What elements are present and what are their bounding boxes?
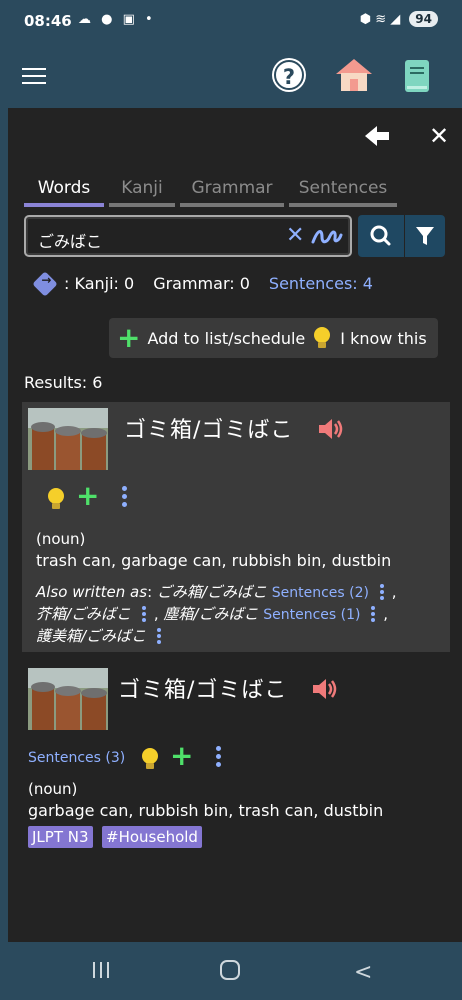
action-bar: + Add to list/schedule I know this: [109, 318, 438, 358]
part-of-speech: (noun): [28, 780, 78, 798]
filter-icon: [416, 227, 434, 245]
entry-image: [28, 408, 108, 470]
part-of-speech: (noun): [36, 530, 86, 548]
home-circle-icon[interactable]: [220, 960, 240, 980]
dictionary-panel: ✕ Words Kanji Grammar Sentences ごみばこ ✕ :…: [8, 108, 462, 942]
i-know-this-button[interactable]: I know this: [340, 329, 426, 348]
arrow-left-icon[interactable]: [365, 126, 391, 146]
jlpt-badge[interactable]: JLPT N3: [28, 826, 93, 848]
lightbulb-icon: [314, 327, 331, 349]
app-bar: ?: [0, 44, 462, 108]
search-value: ごみばこ: [38, 232, 103, 251]
tab-kanji[interactable]: Kanji: [109, 178, 175, 207]
handwriting-icon[interactable]: [310, 225, 344, 247]
system-nav-bar: <: [0, 942, 462, 1000]
separator: ,: [153, 605, 159, 623]
recent-apps-icon[interactable]: [92, 962, 110, 978]
entry-meaning: garbage can, rubbish bin, trash can, dus…: [28, 801, 384, 820]
grammar-count: Grammar: 0: [153, 274, 250, 293]
result-counts: : Kanji: 0 Grammar: 0 Sentences: 4: [32, 270, 392, 297]
alt-form: 芥箱/ごみばこ: [36, 605, 132, 623]
separator: ,: [391, 583, 397, 601]
also-colon: :: [147, 583, 153, 601]
plus-icon[interactable]: +: [76, 482, 99, 510]
book-icon[interactable]: [404, 59, 430, 93]
lightbulb-icon[interactable]: [48, 488, 64, 510]
status-indicator-icons: ⬢ ≋ ◢: [359, 11, 401, 27]
tab-bar: Words Kanji Grammar Sentences: [24, 178, 402, 207]
battery-badge: 94: [409, 11, 438, 27]
more-icon[interactable]: [141, 605, 148, 624]
sentences-link[interactable]: Sentences (3): [28, 750, 125, 766]
tab-sentences[interactable]: Sentences: [289, 178, 397, 207]
more-icon[interactable]: [216, 746, 222, 768]
entry-image: [28, 668, 108, 730]
also-written-line-3: 護美箱/ごみばこ: [36, 625, 169, 647]
entry-word: ゴミ箱/ゴミばこ: [124, 418, 294, 443]
word-entry: ゴミ箱/ゴミばこ + (noun) trash can, garbage can…: [22, 402, 450, 652]
tag-badge[interactable]: #Household: [102, 826, 202, 848]
entry-meaning: trash can, garbage can, rubbish bin, dus…: [36, 551, 392, 570]
more-icon[interactable]: [122, 486, 128, 508]
sentences-link[interactable]: Sentences (2): [272, 585, 369, 601]
clock: 08:46: [24, 12, 72, 30]
tab-grammar[interactable]: Grammar: [180, 178, 284, 207]
status-bar: 08:46 ☁ ● ▣ • ⬢ ≋ ◢ 94: [0, 0, 462, 44]
panel-edge: [0, 108, 8, 942]
more-icon[interactable]: [156, 627, 163, 646]
plus-icon[interactable]: +: [170, 742, 193, 770]
speaker-icon[interactable]: [312, 678, 338, 700]
more-icon[interactable]: [371, 605, 377, 624]
direction-icon: [32, 270, 58, 297]
entry-word: ゴミ箱/ゴミばこ: [118, 678, 288, 703]
search-input[interactable]: ごみばこ ✕: [24, 215, 352, 257]
plus-icon: +: [117, 321, 141, 354]
hamburger-icon[interactable]: [22, 68, 46, 86]
also-written-line-2: 芥箱/ごみばこ , 塵箱/ごみばこ Sentences (1) ,: [36, 603, 388, 626]
lightbulb-icon[interactable]: [142, 748, 158, 770]
also-written-label: Also written as: [36, 583, 148, 601]
clear-icon[interactable]: ✕: [286, 223, 304, 248]
speaker-icon[interactable]: [318, 418, 344, 440]
search-icon: [370, 225, 391, 246]
back-chevron-icon[interactable]: <: [354, 960, 372, 985]
more-icon[interactable]: [379, 583, 386, 602]
alt-form: 護美箱/ごみばこ: [36, 627, 147, 645]
system-icons: ⬢ ≋ ◢ 94: [360, 11, 438, 27]
alt-form: 塵箱/ごみばこ: [163, 605, 259, 623]
house-icon[interactable]: [334, 57, 374, 93]
search-button[interactable]: [358, 215, 404, 257]
question-icon[interactable]: ?: [274, 60, 304, 90]
results-count: Results: 6: [24, 373, 103, 392]
add-to-list-button[interactable]: Add to list/schedule: [147, 329, 305, 348]
filter-button[interactable]: [405, 215, 445, 257]
tab-words[interactable]: Words: [24, 178, 104, 207]
sentences-count-link[interactable]: Sentences: 4: [269, 274, 373, 293]
sentences-link[interactable]: Sentences (1): [263, 607, 360, 623]
alt-form: ごみ箱/ごみばこ: [156, 583, 267, 601]
close-icon[interactable]: ✕: [429, 122, 449, 150]
kanji-count: : Kanji: 0: [64, 274, 135, 293]
notification-icons: ☁ ● ▣ •: [78, 12, 156, 27]
separator: ,: [383, 605, 389, 623]
also-written-line-1: Also written as: ごみ箱/ごみばこ Sentences (2) …: [36, 581, 397, 604]
